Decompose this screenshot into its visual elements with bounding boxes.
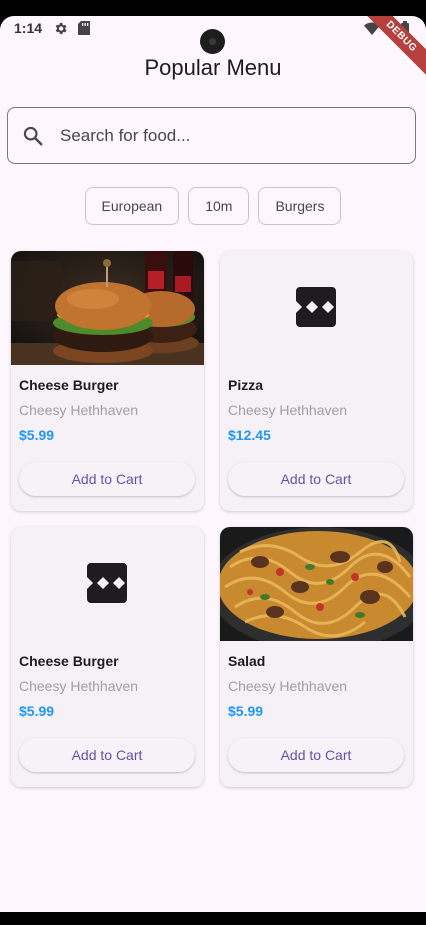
product-card[interactable]: Pizza Cheesy Hethhaven $12.45 Add to Car… <box>220 251 413 511</box>
restaurant-name: Cheesy Hethhaven <box>228 402 348 418</box>
sd-card-icon <box>78 21 90 40</box>
gear-icon <box>53 21 68 41</box>
restaurant-name: Cheesy Hethhaven <box>19 678 139 694</box>
product-name: Salad <box>228 653 266 669</box>
product-card[interactable]: Cheese Burger Cheesy Hethhaven $5.99 Add… <box>11 527 204 787</box>
broken-image-icon <box>87 563 127 608</box>
app-window: 1:14 DEBUG Popular Menu European <box>0 16 426 912</box>
chip-10m[interactable]: 10m <box>188 187 250 225</box>
device-screen: 1:14 DEBUG Popular Menu European <box>0 0 426 925</box>
add-to-cart-button[interactable]: Add to Cart <box>19 462 195 496</box>
pasta-photo <box>220 527 413 641</box>
product-name: Cheese Burger <box>19 377 119 393</box>
burger-photo <box>11 251 204 365</box>
product-price: $5.99 <box>19 427 55 443</box>
add-to-cart-button[interactable]: Add to Cart <box>19 738 195 772</box>
front-camera <box>200 29 225 54</box>
status-bar: 1:14 DEBUG <box>0 16 426 83</box>
product-name: Pizza <box>228 377 264 393</box>
image-placeholder <box>11 527 204 641</box>
add-to-cart-button[interactable]: Add to Cart <box>228 738 404 772</box>
search-box[interactable] <box>7 107 416 164</box>
filter-chips: European 10m Burgers <box>0 187 426 225</box>
search-input[interactable] <box>60 108 400 163</box>
product-name: Cheese Burger <box>19 653 119 669</box>
restaurant-name: Cheesy Hethhaven <box>19 402 139 418</box>
chip-burgers[interactable]: Burgers <box>258 187 342 225</box>
product-price: $5.99 <box>19 703 55 719</box>
product-card[interactable]: Cheese Burger Cheesy Hethhaven $5.99 Add… <box>11 251 204 511</box>
search-icon <box>22 125 44 152</box>
product-price: $12.45 <box>228 427 271 443</box>
page-title: Popular Menu <box>144 55 282 80</box>
image-placeholder <box>220 251 413 365</box>
broken-image-icon <box>296 287 336 332</box>
navigation-bar <box>0 912 426 925</box>
product-price: $5.99 <box>228 703 264 719</box>
chip-european[interactable]: European <box>84 187 180 225</box>
status-time: 1:14 <box>14 20 43 36</box>
product-card[interactable]: Salad Cheesy Hethhaven $5.99 Add to Cart <box>220 527 413 787</box>
add-to-cart-button[interactable]: Add to Cart <box>228 462 404 496</box>
restaurant-name: Cheesy Hethhaven <box>228 678 348 694</box>
